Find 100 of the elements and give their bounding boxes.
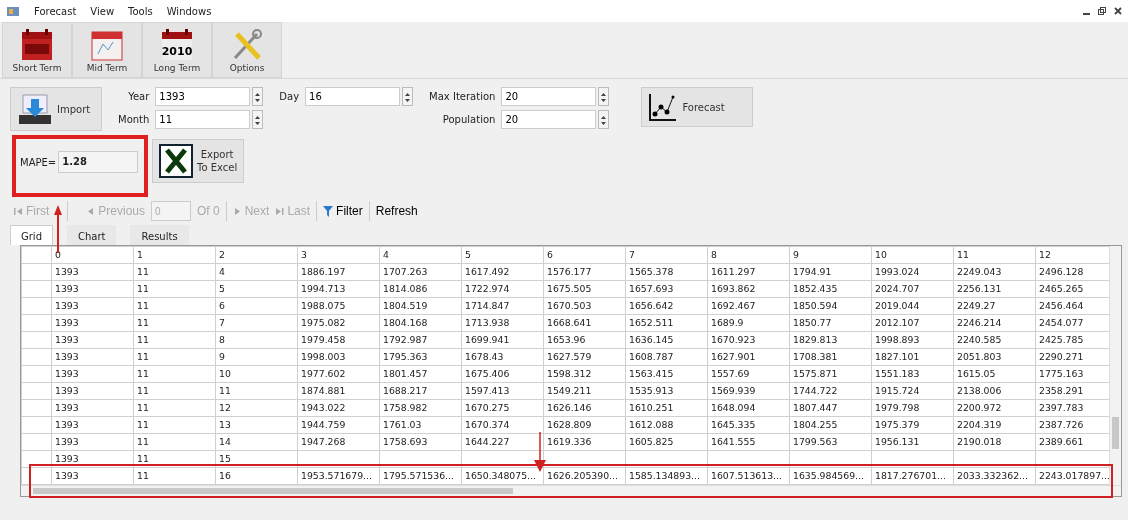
spin-button[interactable]: [402, 87, 414, 106]
table-cell: 1850.77: [789, 314, 872, 332]
column-header[interactable]: 6: [543, 246, 626, 264]
table-cell: 1804.255: [789, 416, 872, 434]
table-cell: 6: [215, 297, 298, 315]
column-header[interactable]: 3: [297, 246, 380, 264]
table-cell: 11: [133, 314, 216, 332]
number-field[interactable]: 1393: [155, 87, 251, 106]
field-label: MAPE=: [20, 155, 57, 170]
table-cell: 11: [133, 416, 216, 434]
import-button[interactable]: Import: [10, 87, 102, 131]
column-header[interactable]: 1: [133, 246, 216, 264]
table-cell: 1915.724: [871, 382, 954, 400]
table-cell: 2024.707: [871, 280, 954, 298]
table-cell: 1393: [51, 348, 134, 366]
column-header[interactable]: 2: [215, 246, 298, 264]
table-cell: 1874.881: [297, 382, 380, 400]
number-field[interactable]: 20: [501, 110, 597, 129]
annotation-arrow: [534, 432, 546, 472]
close-icon[interactable]: [1114, 7, 1122, 15]
column-header[interactable]: 8: [707, 246, 790, 264]
table-cell: 16: [215, 467, 298, 485]
vertical-scrollbar[interactable]: [1109, 246, 1121, 485]
toolbar-button[interactable]: 2010 Long Term: [142, 22, 212, 78]
app-icon: [6, 5, 20, 17]
table-cell: 1393: [51, 297, 134, 315]
table-cell: 2019.044: [871, 297, 954, 315]
table-cell: 11: [133, 263, 216, 281]
table-cell: 1569.939: [707, 382, 790, 400]
tab[interactable]: Chart: [67, 225, 117, 245]
table-cell: 2240.585: [953, 331, 1036, 349]
table-cell: 11: [133, 450, 216, 468]
table-cell: 9: [215, 348, 298, 366]
table-cell: 11: [133, 331, 216, 349]
tab[interactable]: Grid: [10, 225, 53, 245]
table-cell: 1627.901: [707, 348, 790, 366]
table-cell: 1668.641: [543, 314, 626, 332]
mape-field: 1.28: [58, 151, 139, 173]
page-count: Of 0: [197, 203, 220, 220]
horizontal-scrollbar[interactable]: [21, 485, 1121, 496]
table-cell: 1804.168: [379, 314, 462, 332]
column-header[interactable]: 5: [461, 246, 544, 264]
restore-icon[interactable]: [1098, 7, 1106, 15]
spin-button[interactable]: [598, 87, 610, 106]
column-header[interactable]: 7: [625, 246, 708, 264]
table-cell: 1947.268: [297, 433, 380, 451]
table-cell: 1615.05: [953, 365, 1036, 383]
column-header[interactable]: 4: [379, 246, 462, 264]
table-cell: 1617.492: [461, 263, 544, 281]
spin-button[interactable]: [252, 87, 264, 106]
menu-item[interactable]: Forecast: [34, 3, 77, 19]
table-cell: 11: [133, 467, 216, 485]
menu-item[interactable]: View: [90, 3, 115, 19]
table-cell: 1827.101: [871, 348, 954, 366]
table-cell: 1608.787: [625, 348, 708, 366]
toolbar-button[interactable]: Short Term: [2, 22, 72, 78]
table-cell: 1565.378: [625, 263, 708, 281]
table-cell: 1393: [51, 331, 134, 349]
export-button[interactable]: Export To Excel: [152, 139, 245, 183]
table-cell: 11: [133, 399, 216, 417]
table-cell: 1626.205390...: [543, 467, 626, 485]
toolbar-button[interactable]: Options: [212, 22, 282, 78]
first-icon: [14, 206, 23, 216]
table-cell: 1557.69: [707, 365, 790, 383]
table-cell: 1807.447: [789, 399, 872, 417]
table-cell: 15: [215, 450, 298, 468]
menu-item[interactable]: Windows: [166, 3, 212, 19]
table-cell: 1975.082: [297, 314, 380, 332]
forecast-button[interactable]: Forecast: [641, 87, 754, 127]
up-down-icon: [601, 114, 607, 126]
table-cell: 1653.96: [543, 331, 626, 349]
table-cell: 1652.511: [625, 314, 708, 332]
menu-item[interactable]: Tools: [128, 3, 153, 19]
table-cell: 1795.363: [379, 348, 462, 366]
column-header[interactable]: 9: [789, 246, 872, 264]
table-cell: 1393: [51, 365, 134, 383]
toolbar-button[interactable]: Mid Term: [72, 22, 142, 78]
last-icon: [275, 206, 285, 216]
table-cell: 1597.413: [461, 382, 544, 400]
table-cell: 1670.275: [461, 399, 544, 417]
tab[interactable]: Results: [130, 225, 189, 245]
up-down-icon: [405, 91, 411, 103]
spin-button[interactable]: [598, 110, 610, 129]
table-cell: 1393: [51, 467, 134, 485]
column-header[interactable]: 10: [871, 246, 954, 264]
number-field[interactable]: 11: [155, 110, 251, 129]
spin-button[interactable]: [252, 110, 264, 129]
table-cell: 1611.297: [707, 263, 790, 281]
number-field[interactable]: 16: [305, 87, 401, 106]
table-cell: 1675.406: [461, 365, 544, 383]
table-cell: 2051.803: [953, 348, 1036, 366]
table-cell: 1979.798: [871, 399, 954, 417]
column-header[interactable]: 11: [953, 246, 1036, 264]
table-cell: 12: [215, 399, 298, 417]
number-field[interactable]: 20: [501, 87, 597, 106]
field-label: Month: [118, 113, 150, 127]
table-cell: 10: [215, 365, 298, 383]
table-cell: 1648.094: [707, 399, 790, 417]
table-cell: 1598.312: [543, 365, 626, 383]
table-cell: 2204.319: [953, 416, 1036, 434]
